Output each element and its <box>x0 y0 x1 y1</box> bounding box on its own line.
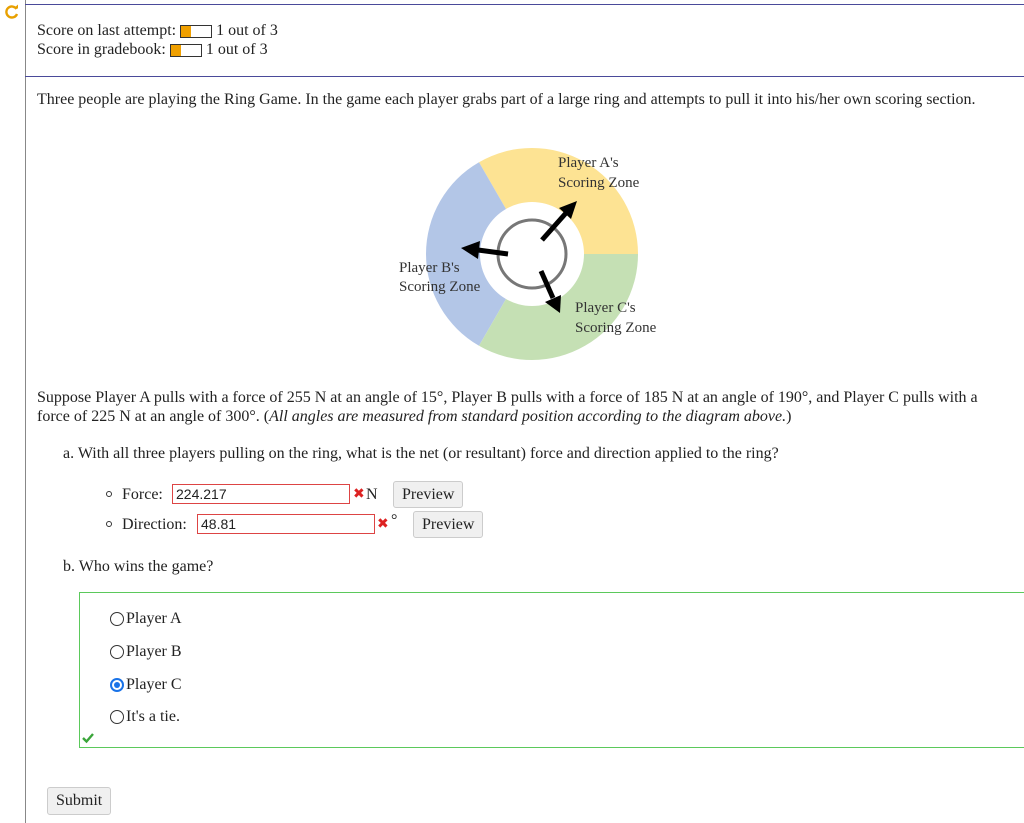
direction-unit: ° <box>391 512 398 529</box>
zone-b-label-line2: Scoring Zone <box>399 279 481 295</box>
score-last-attempt: Score on last attempt: 1 out of 3 <box>37 22 278 40</box>
force-preview-button[interactable]: Preview <box>393 481 464 508</box>
direction-preview-button[interactable]: Preview <box>413 511 484 538</box>
score-last-value: 1 out of 3 <box>216 22 278 39</box>
score-gradebook-bar-fill <box>170 44 181 56</box>
part-a-question: a. With all three players pulling on the… <box>63 445 779 462</box>
force-bullet <box>106 491 112 497</box>
zone-b-label-line1: Player B's <box>399 260 460 276</box>
answer-box <box>79 592 1024 748</box>
option-label-0[interactable]: Player A <box>126 610 182 628</box>
option-radio-1[interactable] <box>110 645 124 659</box>
force-incorrect-icon: ✖ <box>353 486 365 502</box>
setup-close: ) <box>786 408 792 425</box>
problem-setup: Suppose Player A pulls with a force of 2… <box>37 388 1012 426</box>
score-gradebook: Score in gradebook: 1 out of 3 <box>37 41 268 59</box>
force-unit: N <box>366 486 378 503</box>
force-input[interactable] <box>172 484 350 504</box>
ring <box>496 218 568 290</box>
direction-incorrect-icon: ✖ <box>377 516 389 532</box>
zone-a-label-line1: Player A's <box>558 155 619 171</box>
option-radio-0[interactable] <box>110 612 124 626</box>
correct-check-icon <box>82 733 94 744</box>
left-border <box>25 0 26 823</box>
score-last-label: Score on last attempt: <box>37 22 177 39</box>
option-label-2[interactable]: Player C <box>126 676 182 694</box>
top-divider <box>25 4 1024 5</box>
part-b-question: b. Who wins the game? <box>63 558 214 575</box>
score-gradebook-value: 1 out of 3 <box>205 41 268 58</box>
option-radio-2[interactable] <box>110 678 124 692</box>
retry-icon[interactable] <box>4 4 20 20</box>
direction-label: Direction: <box>122 516 187 533</box>
zone-a-label-line2: Scoring Zone <box>558 175 640 191</box>
score-last-bar <box>180 24 213 38</box>
setup-note: All angles are measured from standard po… <box>269 408 787 425</box>
direction-input[interactable] <box>197 514 375 534</box>
force-label: Force: <box>122 486 163 503</box>
direction-bullet <box>106 521 112 527</box>
score-gradebook-label: Score in gradebook: <box>37 41 166 58</box>
ring-game-diagram: Player A's Scoring Zone Player B's Scori… <box>399 148 657 361</box>
option-label-1[interactable]: Player B <box>126 643 182 661</box>
zone-c-label-line2: Scoring Zone <box>575 320 657 336</box>
option-label-3[interactable]: It's a tie. <box>126 708 180 726</box>
zone-c-label-line1: Player C's <box>575 300 636 316</box>
score-last-bar-fill <box>181 25 192 37</box>
option-radio-3[interactable] <box>110 710 124 724</box>
score-gradebook-bar <box>169 43 202 57</box>
section-divider <box>25 76 1024 77</box>
question-intro: Three people are playing the Ring Game. … <box>37 91 976 108</box>
submit-button[interactable]: Submit <box>47 787 112 815</box>
